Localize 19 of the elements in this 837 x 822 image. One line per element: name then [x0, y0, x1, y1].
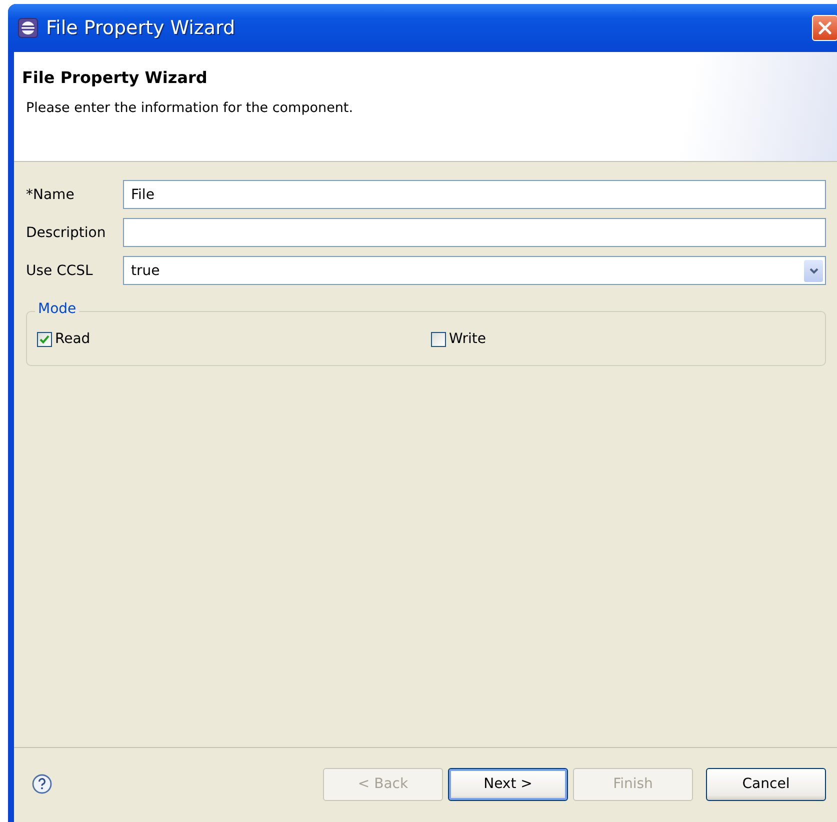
help-icon [32, 774, 52, 794]
page-title: File Property Wizard [22, 68, 208, 87]
checkbox[interactable] [37, 332, 52, 346]
close-button[interactable] [812, 15, 837, 41]
page-message: Please enter the information for the component. [26, 100, 354, 116]
field-label: Description [26, 224, 107, 240]
checkbox-label: Write [449, 331, 486, 347]
close-icon [818, 21, 832, 35]
field-label: *Name [26, 186, 76, 202]
field-label: Use CCSL [26, 262, 94, 278]
input-field[interactable]: File [123, 180, 826, 209]
checkbox[interactable] [431, 332, 446, 346]
app-icon [18, 18, 38, 38]
input-field[interactable] [123, 218, 826, 247]
dialog-button[interactable]: Cancel [706, 768, 826, 800]
dialog-button[interactable]: Next > [448, 768, 568, 800]
checkbox-label: Read [55, 331, 90, 347]
window-title: File Property Wizard [46, 17, 236, 39]
dropdown-field[interactable]: true [123, 256, 826, 285]
